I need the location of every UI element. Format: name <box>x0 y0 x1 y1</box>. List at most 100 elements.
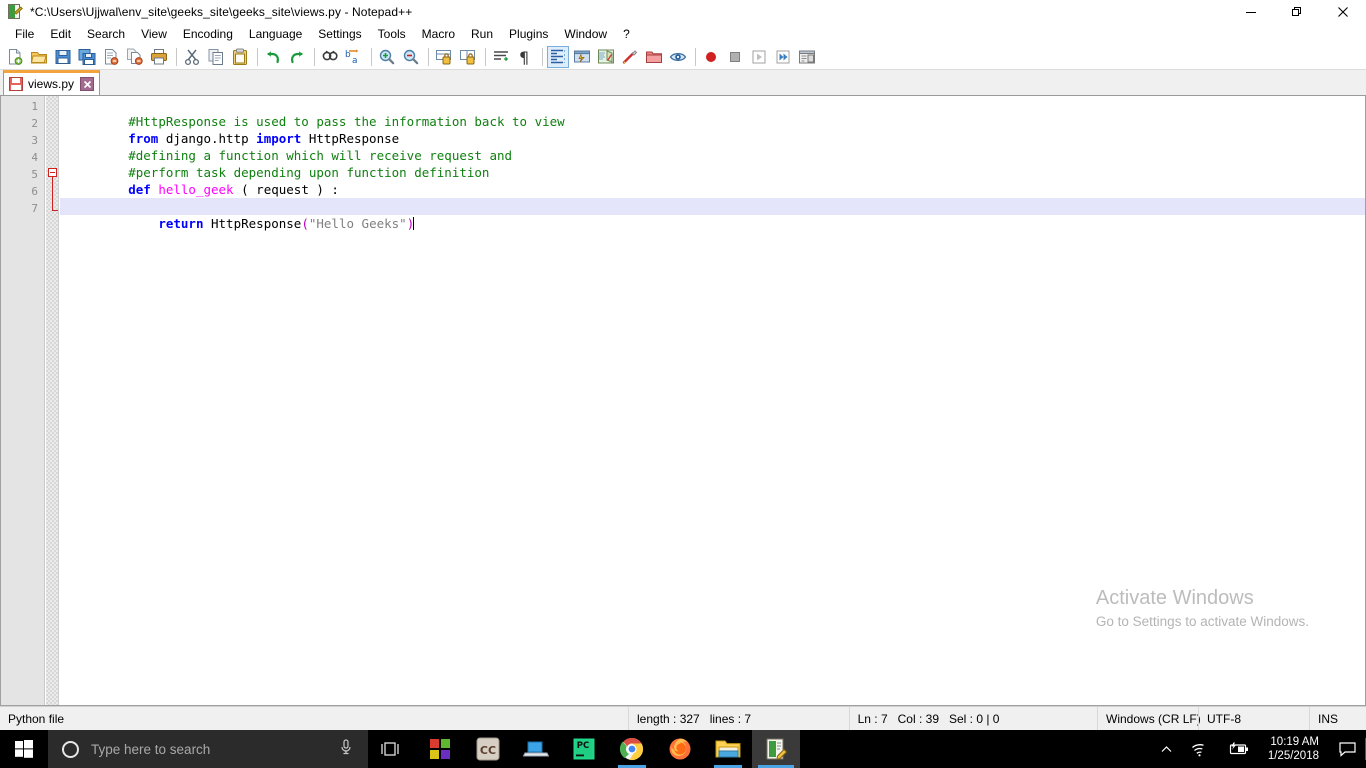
menu-window[interactable]: Window <box>556 25 615 43</box>
toolbar-separator <box>314 47 315 66</box>
indent-guide-icon[interactable] <box>547 45 569 68</box>
fold-margin[interactable] <box>46 96 59 705</box>
find-icon[interactable] <box>319 46 341 68</box>
toolbar-separator <box>176 47 177 66</box>
microphone-icon[interactable] <box>338 738 354 761</box>
line-number: 4 <box>31 151 38 164</box>
close-file-icon[interactable] <box>100 46 122 68</box>
show-all-characters-icon[interactable]: ¶ <box>514 46 536 68</box>
status-lines: lines : 7 <box>709 711 752 726</box>
save-icon[interactable] <box>52 46 74 68</box>
new-file-icon[interactable] <box>4 46 26 68</box>
svg-text:a: a <box>352 56 358 66</box>
run-macro-multiple-icon[interactable] <box>772 46 794 68</box>
file-explorer-icon[interactable] <box>704 730 752 768</box>
minimize-button[interactable] <box>1228 0 1274 24</box>
menu-tools[interactable]: Tools <box>370 25 414 43</box>
menu-macro[interactable]: Macro <box>414 25 463 43</box>
menu-settings[interactable]: Settings <box>310 25 369 43</box>
code-line-2: from django.http import HttpResponse <box>60 113 1365 146</box>
remote-desktop-icon[interactable] <box>512 730 560 768</box>
document-map-icon[interactable] <box>595 46 617 68</box>
search-input[interactable]: Type here to search <box>48 730 368 768</box>
window-title: *C:\Users\Ujjwal\env_site\geeks_site\gee… <box>30 5 413 19</box>
menu-plugins[interactable]: Plugins <box>501 25 556 43</box>
copy-icon[interactable] <box>205 46 227 68</box>
undo-icon[interactable] <box>262 46 284 68</box>
print-icon[interactable] <box>148 46 170 68</box>
taskbar-clock[interactable]: 10:19 AM 1/25/2018 <box>1258 730 1329 768</box>
tab-views-py[interactable]: views.py <box>3 70 101 95</box>
start-record-macro-icon[interactable] <box>700 46 722 68</box>
stop-record-macro-icon[interactable] <box>724 46 746 68</box>
run-icon[interactable] <box>796 46 818 68</box>
wifi-icon[interactable] <box>1182 730 1218 768</box>
windows-taskbar: Type here to search CC PC 10:19 AM 1/25/… <box>0 730 1366 768</box>
paste-icon[interactable] <box>229 46 251 68</box>
status-eol: Windows (CR LF) <box>1106 711 1201 726</box>
code-token: ( <box>301 216 309 231</box>
menu-help[interactable]: ? <box>615 25 638 43</box>
word-wrap-icon[interactable] <box>490 46 512 68</box>
close-all-files-icon[interactable] <box>124 46 146 68</box>
line-number: 7 <box>31 202 38 215</box>
cut-icon[interactable] <box>181 46 203 68</box>
cortana-circle-icon <box>62 740 79 758</box>
sync-horizontal-scroll-icon[interactable] <box>457 46 479 68</box>
clock-time: 10:19 AM <box>1270 736 1319 748</box>
toolbar-separator <box>485 47 486 66</box>
pycharm-icon[interactable]: PC <box>560 730 608 768</box>
play-macro-icon[interactable] <box>748 46 770 68</box>
title-bar: *C:\Users\Ujjwal\env_site\geeks_site\gee… <box>0 0 1366 24</box>
function-list-icon[interactable] <box>619 46 641 68</box>
sync-vertical-scroll-icon[interactable] <box>433 46 455 68</box>
replace-icon[interactable]: b a <box>343 46 365 68</box>
status-sel: Sel : 0 | 0 <box>949 711 1000 726</box>
svg-text:PC: PC <box>577 741 589 751</box>
menu-view[interactable]: View <box>133 25 175 43</box>
user-defined-dialog-icon[interactable] <box>571 46 593 68</box>
code-line-6: #this will return Hello Geeks string as … <box>60 181 1365 214</box>
task-view-icon[interactable] <box>368 730 412 768</box>
menu-encoding[interactable]: Encoding <box>175 25 241 43</box>
code-content[interactable]: #HttpResponse is used to pass the inform… <box>60 96 1365 705</box>
microsoft-store-icon[interactable] <box>416 730 464 768</box>
close-tab-icon[interactable] <box>80 77 95 91</box>
mozilla-firefox-icon[interactable] <box>656 730 704 768</box>
save-all-icon[interactable] <box>76 46 98 68</box>
menu-file[interactable]: File <box>7 25 42 43</box>
chevron-up-icon[interactable] <box>1151 730 1182 768</box>
fold-collapse-toggle[interactable] <box>48 168 57 177</box>
notepadpp-icon <box>6 3 24 21</box>
google-chrome-icon[interactable] <box>608 730 656 768</box>
menu-bar: File Edit Search View Encoding Language … <box>0 24 1366 44</box>
toolbar-separator <box>371 47 372 66</box>
zoom-in-icon[interactable] <box>376 46 398 68</box>
redo-icon[interactable] <box>286 46 308 68</box>
menu-search[interactable]: Search <box>79 25 133 43</box>
taskbar-apps: CC PC <box>416 730 800 768</box>
windows-start-icon[interactable] <box>0 730 48 768</box>
menu-edit[interactable]: Edit <box>42 25 79 43</box>
creative-cloud-icon[interactable]: CC <box>464 730 512 768</box>
notepadpp-taskbar-icon[interactable] <box>752 730 800 768</box>
folder-as-workspace-icon[interactable] <box>643 46 665 68</box>
code-token: "Hello Geeks" <box>308 216 407 231</box>
action-center-icon[interactable] <box>1329 730 1365 768</box>
menu-language[interactable]: Language <box>241 25 310 43</box>
svg-text:CC: CC <box>480 744 496 757</box>
toolbar-separator <box>257 47 258 66</box>
battery-charging-icon[interactable] <box>1218 730 1258 768</box>
restore-button[interactable] <box>1274 0 1320 24</box>
close-button[interactable] <box>1320 0 1366 24</box>
code-editor[interactable]: 1 2 3 4 5 6 7 #HttpResponse is used to p… <box>0 96 1366 706</box>
system-tray: 10:19 AM 1/25/2018 <box>1151 730 1366 768</box>
status-length: length : 327 <box>637 711 700 726</box>
status-ln: Ln : 7 <box>857 711 888 726</box>
zoom-out-icon[interactable] <box>400 46 422 68</box>
menu-run[interactable]: Run <box>463 25 501 43</box>
toolbar: b a ¶ <box>0 44 1366 70</box>
monitoring-icon[interactable] <box>667 46 689 68</box>
open-file-icon[interactable] <box>28 46 50 68</box>
toolbar-separator <box>695 47 696 66</box>
